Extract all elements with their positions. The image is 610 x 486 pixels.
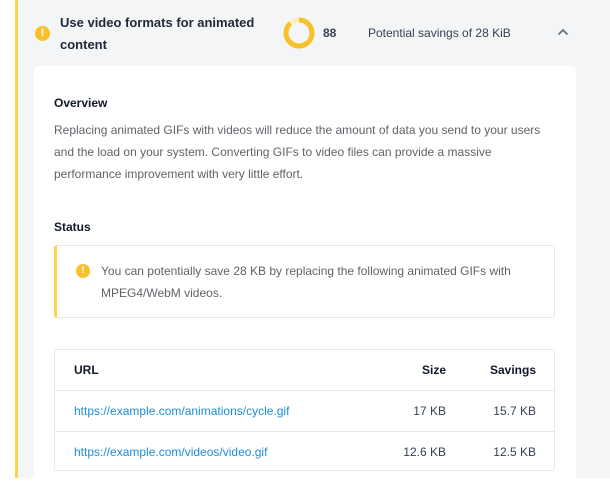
- overview-heading: Overview: [54, 96, 108, 110]
- potential-savings: Potential savings of 28 KiB: [368, 26, 511, 40]
- status-heading: Status: [54, 220, 91, 234]
- table-row: https://example.com/videos/video.gif 12.…: [55, 431, 554, 472]
- size-column-header: Size: [421, 363, 446, 377]
- audit-panel: ! Use video formats for animated content…: [15, 0, 610, 486]
- gif-table: URL Size Savings https://example.com/ani…: [54, 349, 555, 471]
- status-alert: ! You can potentially save 28 KB by repl…: [54, 245, 555, 318]
- warning-icon: !: [35, 26, 50, 41]
- gif-size: 12.6 KB: [403, 445, 446, 459]
- gif-savings: 12.5 KB: [493, 445, 536, 459]
- overview-description: Replacing animated GIFs with videos will…: [54, 123, 541, 181]
- gif-savings: 15.7 KB: [493, 404, 536, 418]
- savings-column-header: Savings: [489, 363, 536, 377]
- table-header-row: URL Size Savings: [55, 350, 554, 390]
- table-row: https://example.com/animations/cycle.gif…: [55, 390, 554, 431]
- score-value: 88: [323, 26, 337, 40]
- gif-url-link[interactable]: https://example.com/videos/video.gif: [74, 444, 267, 460]
- audit-header[interactable]: ! Use video formats for animated content…: [18, 0, 610, 66]
- score-gauge: [283, 17, 315, 49]
- audit-title: Use video formats for animated content: [60, 15, 255, 52]
- chevron-up-icon[interactable]: [555, 24, 571, 40]
- gif-size: 17 KB: [413, 404, 446, 418]
- gif-url-link[interactable]: https://example.com/animations/cycle.gif: [74, 403, 289, 419]
- url-column-header: URL: [74, 363, 99, 377]
- status-message: You can potentially save 28 KB by replac…: [101, 264, 511, 300]
- alert-warning-icon: !: [76, 264, 90, 278]
- audit-details-card: Overview Replacing animated GIFs with vi…: [34, 66, 576, 486]
